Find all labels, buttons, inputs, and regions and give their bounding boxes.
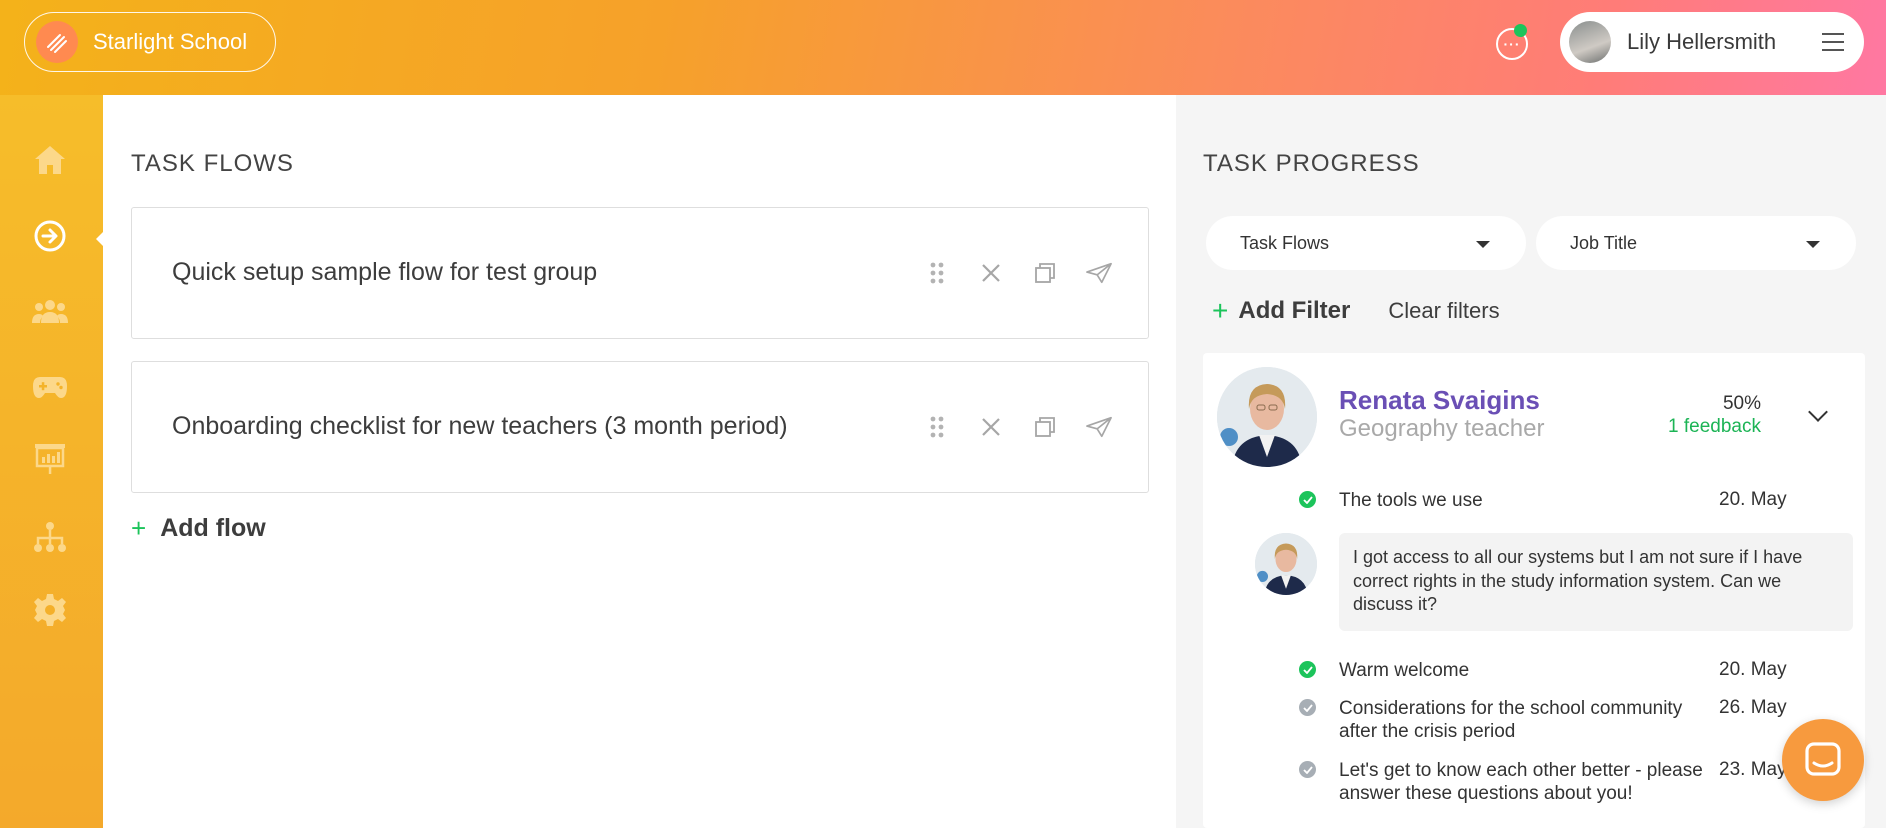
home-icon[interactable] — [30, 140, 70, 180]
filter-bar: + Add Filter Clear filters — [1212, 295, 1500, 327]
arrow-right-circle-icon[interactable] — [30, 216, 70, 256]
caret-down-icon — [1476, 241, 1490, 248]
flow-card[interactable]: Onboarding checklist for new teachers (3… — [131, 361, 1149, 493]
chat-bubble-icon — [1805, 742, 1841, 776]
online-status-dot — [1514, 24, 1527, 37]
check-pending-icon — [1299, 699, 1316, 716]
add-flow-label: Add flow — [160, 514, 266, 542]
task-flows-dropdown[interactable]: Task Flows — [1206, 216, 1526, 270]
progress-percent: 50% — [1722, 393, 1761, 414]
school-name: Starlight School — [93, 29, 248, 54]
school-switcher[interactable]: Starlight School — [24, 12, 276, 72]
add-flow-button[interactable]: + Add flow — [131, 513, 266, 544]
person-name[interactable]: Renata Svaigins — [1339, 385, 1540, 416]
flow-card[interactable]: Quick setup sample flow for test group — [131, 207, 1149, 339]
feedback-count[interactable]: 1 feedback — [1668, 416, 1761, 438]
duplicate-icon[interactable] — [1032, 260, 1058, 286]
task-flows-title: TASK FLOWS — [131, 150, 294, 177]
caret-down-icon — [1806, 241, 1820, 248]
task-name: Warm welcome — [1339, 660, 1470, 681]
task-name: The tools we use — [1339, 490, 1483, 511]
duplicate-icon[interactable] — [1032, 414, 1058, 440]
task-name: Considerations for the school community … — [1339, 698, 1683, 742]
task-date: 26. May — [1719, 697, 1787, 718]
check-done-icon — [1299, 491, 1316, 508]
job-title-dropdown[interactable]: Job Title — [1536, 216, 1856, 270]
feedback-comment: I got access to all our systems but I am… — [1339, 533, 1853, 631]
person-progress-card: Renata Svaigins Geography teacher 50% 1 … — [1203, 353, 1865, 828]
task-name: Let's get to know each other better - pl… — [1339, 760, 1703, 804]
chevron-down-icon[interactable] — [1808, 402, 1828, 422]
person-avatar — [1217, 367, 1317, 467]
flow-title: Onboarding checklist for new teachers (3… — [172, 412, 788, 440]
gear-icon[interactable] — [30, 590, 70, 630]
clear-filters-button[interactable]: Clear filters — [1388, 298, 1499, 324]
commenter-avatar — [1255, 533, 1317, 595]
presentation-icon[interactable] — [30, 439, 70, 479]
check-pending-icon — [1299, 761, 1316, 778]
delete-icon[interactable] — [978, 414, 1004, 440]
user-name: Lily Hellersmith — [1627, 29, 1777, 54]
plus-icon: + — [131, 513, 147, 543]
check-done-icon — [1299, 661, 1316, 678]
delete-icon[interactable] — [978, 260, 1004, 286]
sidebar-nav — [0, 95, 104, 828]
flow-title: Quick setup sample flow for test group — [172, 258, 598, 286]
add-filter-button[interactable]: Add Filter — [1238, 297, 1350, 325]
send-icon[interactable] — [1086, 414, 1112, 440]
user-menu[interactable]: Lily Hellersmith — [1560, 12, 1864, 72]
hamburger-menu-icon[interactable] — [1822, 33, 1844, 51]
drag-handle-icon[interactable] — [924, 414, 950, 440]
task-date: 20. May — [1719, 489, 1787, 510]
task-progress-title: TASK PROGRESS — [1203, 150, 1420, 177]
top-header: Starlight School ··· Lily Hellersmith — [0, 0, 1886, 95]
plus-icon: + — [1212, 295, 1229, 326]
drag-handle-icon[interactable] — [924, 260, 950, 286]
chat-launcher-button[interactable] — [1782, 719, 1864, 801]
gamepad-icon[interactable] — [30, 367, 70, 407]
user-avatar — [1569, 21, 1611, 63]
person-role: Geography teacher — [1339, 415, 1545, 442]
task-flows-panel: TASK FLOWS Quick setup sample flow for t… — [103, 95, 1176, 828]
send-icon[interactable] — [1086, 260, 1112, 286]
users-icon[interactable] — [30, 291, 70, 331]
dropdown-label: Job Title — [1570, 232, 1638, 253]
school-logo-icon — [36, 21, 78, 63]
task-progress-panel: TASK PROGRESS Task Flows Job Title + Add… — [1176, 95, 1886, 828]
dropdown-label: Task Flows — [1240, 232, 1330, 253]
task-date: 23. May — [1719, 759, 1787, 780]
org-chart-icon[interactable] — [30, 517, 70, 557]
task-date: 20. May — [1719, 659, 1787, 680]
